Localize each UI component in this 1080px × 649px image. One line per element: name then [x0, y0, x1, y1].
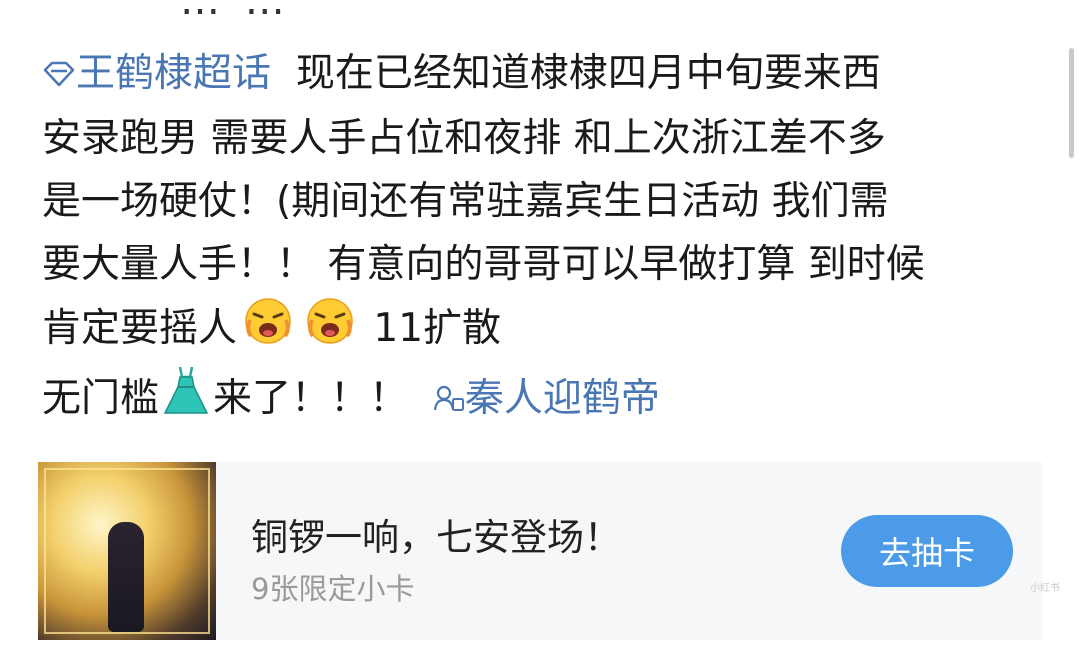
post-text: 现在已经知道棣棣四月中旬要来西 [295, 51, 881, 96]
post-line-4: 要大量人手！！ 有意向的哥哥可以早做打算 到时候 [42, 242, 925, 287]
card-thumbnail [38, 462, 216, 640]
post-text: 肯定要摇人 [42, 306, 238, 351]
watermark: 小红书 [1030, 583, 1060, 594]
dress-emoji [163, 365, 209, 436]
people-tag-icon [433, 369, 465, 432]
post-line-3: 是一场硬仗！(期间还有常驻嘉宾生日活动 我们需 [42, 179, 889, 224]
crying-face-emoji [303, 296, 357, 365]
crying-face-emoji [241, 296, 295, 365]
post-line-6: 无门槛 来了！！！ 秦人迎鹤帝 [42, 365, 1042, 436]
draw-card-button[interactable]: 去抽卡 [841, 515, 1013, 587]
post-body: 王鹤棣超话 现在已经知道棣棣四月中旬要来西 安录跑男 需要人手占位和夜排 和上次… [42, 42, 1042, 436]
tag-link[interactable]: 秦人迎鹤帝 [465, 376, 660, 421]
post-line-5: 肯定要摇人 11扩散 [42, 296, 1042, 365]
scrollbar[interactable] [1069, 48, 1074, 158]
post-text: 来了！！！ [213, 376, 409, 421]
post-text: 11扩散 [373, 306, 502, 351]
post-line-2: 安录跑男 需要人手占位和夜排 和上次浙江差不多 [42, 116, 886, 161]
post-line-1: 王鹤棣超话 现在已经知道棣棣四月中旬要来西 [42, 42, 1042, 107]
post-text: 无门槛 [42, 376, 160, 421]
diamond-icon [42, 44, 76, 107]
promo-card[interactable]: 铜锣一响，七安登场！ 9张限定小卡 去抽卡 [38, 462, 1042, 640]
card-title: 铜锣一响，七安登场！ [251, 516, 621, 559]
supertopic-link[interactable]: 王鹤棣超话 [76, 51, 271, 96]
cut-off-text: … … [180, 0, 291, 24]
thumbnail-figure [108, 522, 144, 632]
card-subtitle: 9张限定小卡 [251, 572, 415, 606]
